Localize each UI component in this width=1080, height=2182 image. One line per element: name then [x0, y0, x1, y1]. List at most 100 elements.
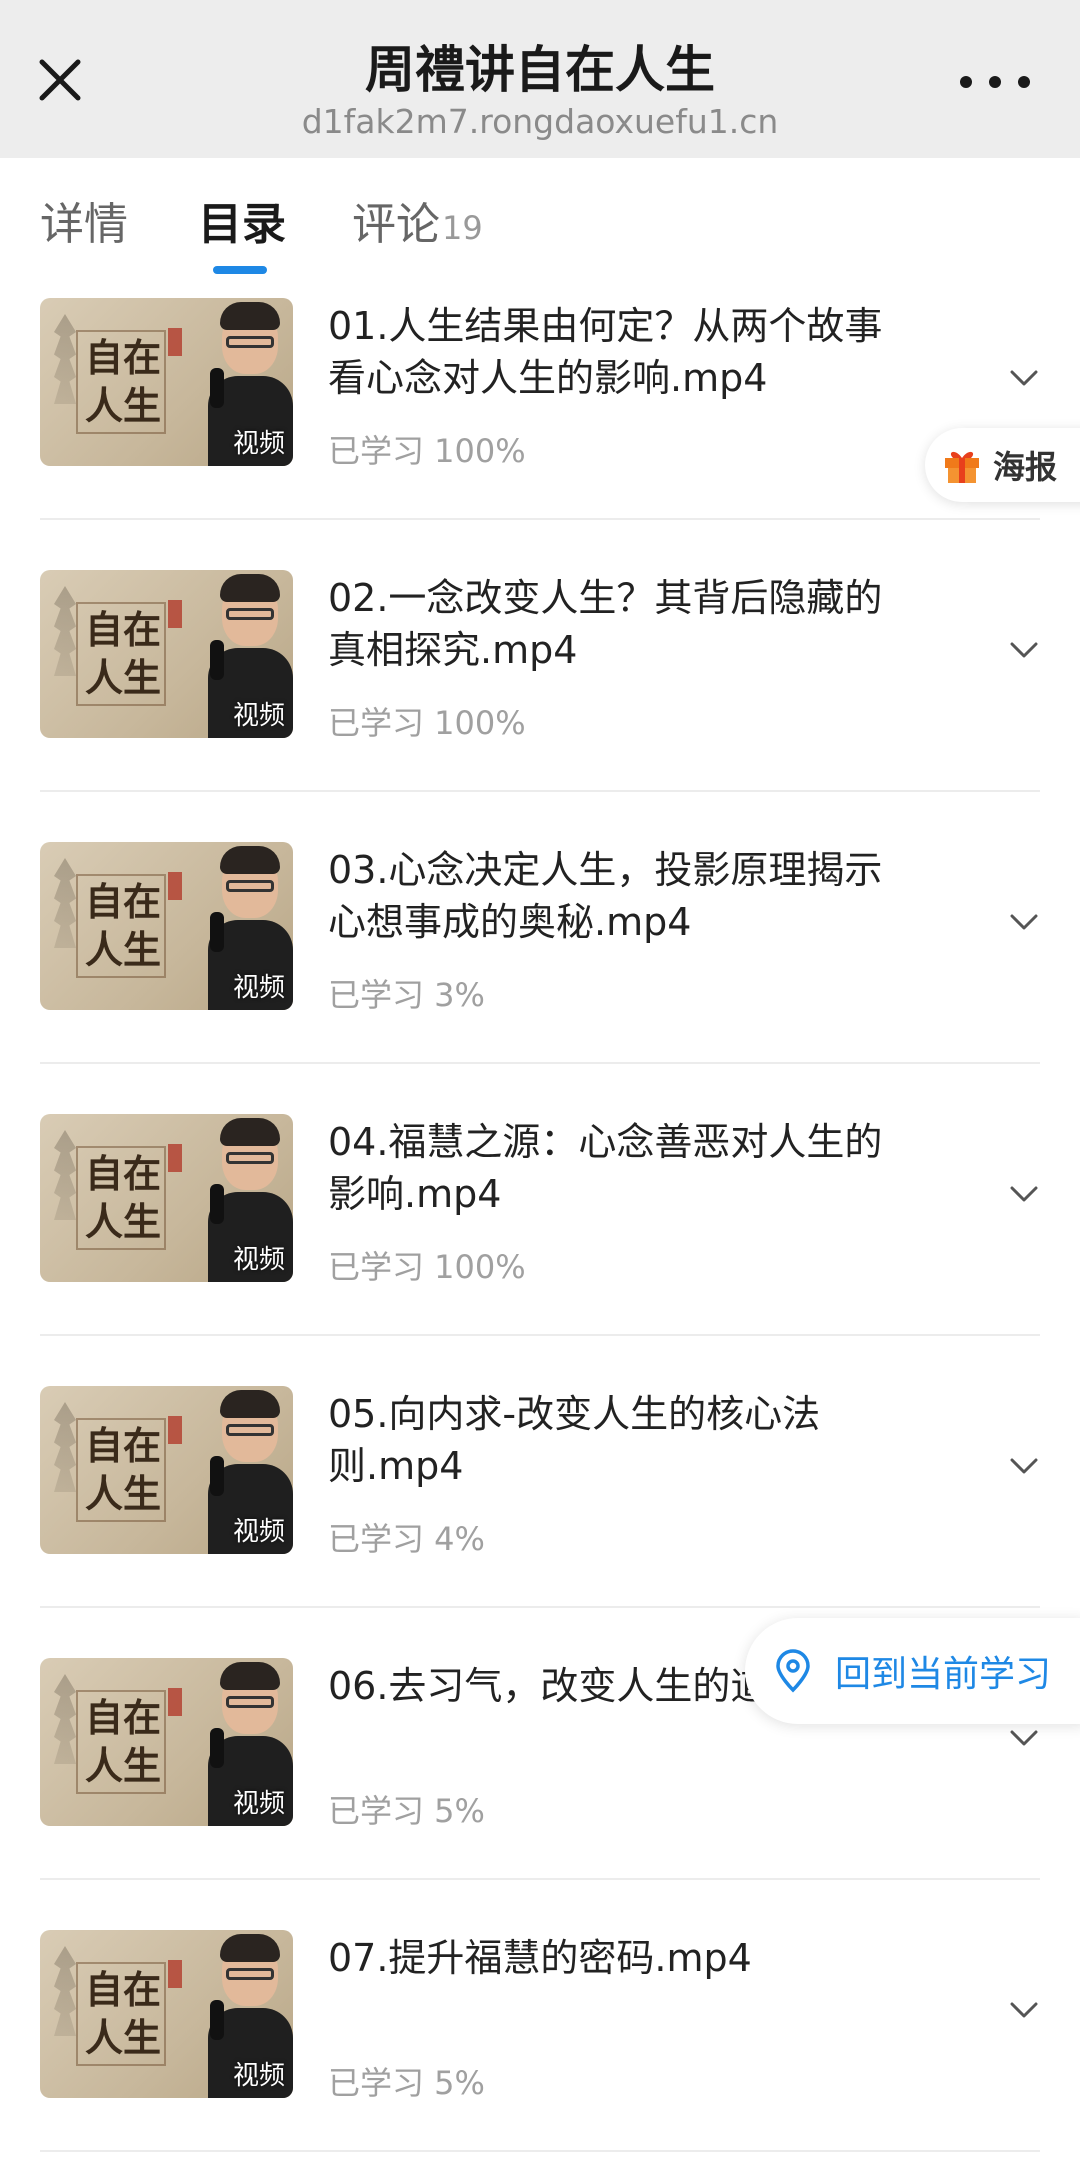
pagoda-graphic: [54, 858, 76, 948]
divider: [40, 790, 1040, 792]
lesson-thumbnail: 自在 人生 视频: [40, 1114, 293, 1282]
lesson-item[interactable]: 自在 人生 视频 01.人生结果由何定？从两个故事看心念对人生的影响.mp4 已…: [0, 278, 1080, 550]
resume-learning-button[interactable]: 回到当前学习: [745, 1618, 1080, 1724]
tab-details-label: 详情: [40, 199, 128, 250]
page-title: 周禮讲自在人生: [365, 41, 715, 99]
calligraphy-line-1: 自在: [84, 879, 161, 924]
video-badge: 视频: [232, 701, 285, 731]
video-badge: 视频: [232, 1245, 285, 1275]
lesson-title: 04.福慧之源：心念善恶对人生的影响.mp4: [328, 1120, 883, 1216]
lesson-thumbnail: 自在 人生 视频: [40, 1930, 293, 2098]
video-badge: 视频: [232, 1517, 285, 1547]
lesson-title: 05.向内求-改变人生的核心法则.mp4: [328, 1392, 821, 1488]
thumbnail-calligraphy: 自在 人生: [78, 334, 168, 430]
lesson-thumbnail: 自在 人生 视频: [40, 1658, 293, 1826]
chevron-down-icon[interactable]: [1006, 360, 1042, 396]
lesson-progress: 已学习 4%: [328, 1520, 485, 1558]
lesson-item[interactable]: 自在 人生 视频 05.向内求-改变人生的核心法则.mp4 已学习 4%: [0, 1366, 1080, 1638]
tab-details[interactable]: 详情: [40, 188, 128, 252]
divider: [40, 1878, 1040, 1880]
lesson-progress: 已学习 3%: [328, 976, 485, 1014]
lesson-thumbnail: 自在 人生 视频: [40, 298, 293, 466]
calligraphy-line-2: 人生: [84, 927, 161, 972]
divider: [40, 1606, 1040, 1608]
tab-catalog-label: 目录: [198, 199, 286, 250]
calligraphy-line-2: 人生: [84, 383, 161, 428]
thumbnail-calligraphy: 自在 人生: [78, 1966, 168, 2062]
calligraphy-line-2: 人生: [84, 1199, 161, 1244]
video-badge: 视频: [232, 973, 285, 1003]
comment-count: 19: [442, 209, 483, 247]
video-badge: 视频: [232, 2061, 285, 2091]
divider: [40, 518, 1040, 520]
calligraphy-line-2: 人生: [84, 2015, 161, 2060]
page-url: d1fak2m7.rongdaoxuefu1.cn: [301, 102, 779, 141]
active-tab-indicator: [213, 266, 267, 274]
tab-bar: 详情 目录 评论19: [0, 158, 1080, 278]
tab-comments[interactable]: 评论19: [352, 188, 483, 252]
chevron-down-icon[interactable]: [1006, 1992, 1042, 2028]
pagoda-graphic: [54, 586, 76, 676]
calligraphy-line-1: 自在: [84, 1423, 161, 1468]
lesson-item[interactable]: 自在 人生 视频 07.提升福慧的密码.mp4 已学习 5%: [0, 1910, 1080, 2182]
lesson-title: 07.提升福慧的密码.mp4: [328, 1936, 752, 1980]
calligraphy-line-1: 自在: [84, 335, 161, 380]
lesson-item[interactable]: 自在 人生 视频 03.心念决定人生，投影原理揭示心想事成的奥秘.mp4 已学习…: [0, 822, 1080, 1094]
pagoda-graphic: [54, 1946, 76, 2036]
tab-comments-label: 评论: [352, 199, 440, 250]
seal-mark: [168, 1688, 182, 1716]
poster-button[interactable]: 海报: [925, 428, 1080, 502]
thumbnail-calligraphy: 自在 人生: [78, 1422, 168, 1518]
lesson-thumbnail: 自在 人生 视频: [40, 1386, 293, 1554]
lesson-thumbnail: 自在 人生 视频: [40, 842, 293, 1010]
divider: [40, 1334, 1040, 1336]
seal-mark: [168, 1416, 182, 1444]
pagoda-graphic: [54, 1674, 76, 1764]
more-icon[interactable]: [960, 62, 1030, 102]
pagoda-graphic: [54, 1402, 76, 1492]
seal-mark: [168, 1960, 182, 1988]
thumbnail-calligraphy: 自在 人生: [78, 1694, 168, 1790]
lesson-progress: 已学习 5%: [328, 1792, 485, 1830]
lesson-title: 01.人生结果由何定？从两个故事看心念对人生的影响.mp4: [328, 304, 883, 400]
chevron-down-icon[interactable]: [1006, 632, 1042, 668]
lesson-title: 02.一念改变人生？其背后隐藏的真相探究.mp4: [328, 576, 883, 672]
calligraphy-line-2: 人生: [84, 1743, 161, 1788]
seal-mark: [168, 600, 182, 628]
calligraphy-line-2: 人生: [84, 1471, 161, 1516]
thumbnail-calligraphy: 自在 人生: [78, 878, 168, 974]
video-badge: 视频: [232, 429, 285, 459]
chevron-down-icon[interactable]: [1006, 1448, 1042, 1484]
divider: [40, 2150, 1040, 2152]
calligraphy-line-1: 自在: [84, 607, 161, 652]
resume-learning-label: 回到当前学习: [835, 1654, 1052, 1695]
calligraphy-line-1: 自在: [84, 1967, 161, 2012]
thumbnail-calligraphy: 自在 人生: [78, 606, 168, 702]
lesson-thumbnail: 自在 人生 视频: [40, 570, 293, 738]
chevron-down-icon[interactable]: [1006, 1720, 1042, 1756]
pagoda-graphic: [54, 314, 76, 404]
calligraphy-line-2: 人生: [84, 655, 161, 700]
lesson-progress: 已学习 5%: [328, 2064, 485, 2102]
lesson-progress: 已学习 100%: [328, 704, 526, 742]
pagoda-graphic: [54, 1130, 76, 1220]
title-bar: 周禮讲自在人生 d1fak2m7.rongdaoxuefu1.cn: [0, 0, 1080, 158]
chevron-down-icon[interactable]: [1006, 1176, 1042, 1212]
lesson-progress: 已学习 100%: [328, 432, 526, 470]
lesson-title: 03.心念决定人生，投影原理揭示心想事成的奥秘.mp4: [328, 848, 883, 944]
video-badge: 视频: [232, 1789, 285, 1819]
location-pin-icon: [776, 1649, 810, 1693]
calligraphy-line-1: 自在: [84, 1695, 161, 1740]
poster-label: 海报: [993, 448, 1058, 486]
seal-mark: [168, 328, 182, 356]
tab-catalog[interactable]: 目录: [198, 188, 286, 252]
chevron-down-icon[interactable]: [1006, 904, 1042, 940]
lesson-item[interactable]: 自在 人生 视频 04.福慧之源：心念善恶对人生的影响.mp4 已学习 100%: [0, 1094, 1080, 1366]
divider: [40, 1062, 1040, 1064]
gift-icon: [945, 451, 979, 483]
calligraphy-line-1: 自在: [84, 1151, 161, 1196]
seal-mark: [168, 872, 182, 900]
thumbnail-calligraphy: 自在 人生: [78, 1150, 168, 1246]
seal-mark: [168, 1144, 182, 1172]
lesson-item[interactable]: 自在 人生 视频 02.一念改变人生？其背后隐藏的真相探究.mp4 已学习 10…: [0, 550, 1080, 822]
